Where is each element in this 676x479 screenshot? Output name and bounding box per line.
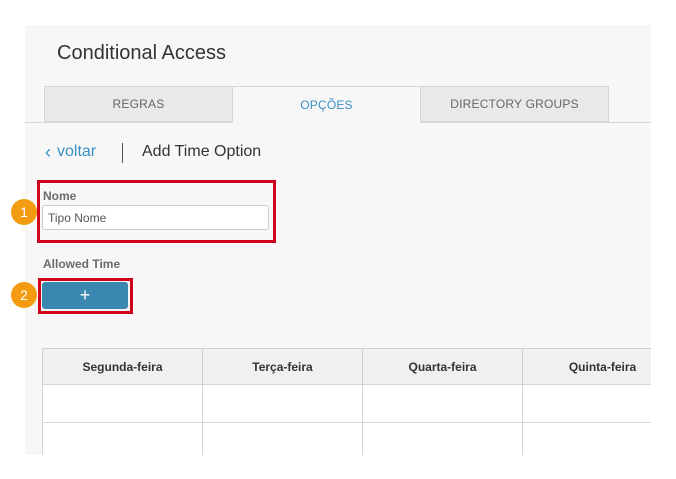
table-cell[interactable] — [362, 422, 523, 455]
header-separator — [122, 143, 123, 163]
table-cell[interactable] — [522, 422, 651, 455]
highlight-add-button — [38, 278, 133, 314]
callout-badge-1: 1 — [11, 199, 37, 225]
tab-regras[interactable]: REGRAS — [44, 86, 233, 122]
tab-directory-groups[interactable]: DIRECTORY GROUPS — [420, 86, 609, 122]
page-title: Add Time Option — [142, 143, 262, 160]
table-header-quinta: Quinta-feira — [522, 348, 651, 385]
schedule-table: Segunda-feira Terça-feira Quarta-feira Q… — [42, 348, 651, 455]
app-title: Conditional Access — [57, 42, 226, 64]
tab-bar: REGRAS OPÇÕES DIRECTORY GROUPS — [25, 86, 651, 123]
allowed-time-label: Allowed Time — [43, 257, 121, 271]
table-cell[interactable] — [202, 422, 363, 455]
table-header-terca: Terça-feira — [202, 348, 363, 385]
table-header-segunda: Segunda-feira — [42, 348, 203, 385]
table-cell[interactable] — [522, 384, 651, 423]
table-cell[interactable] — [362, 384, 523, 423]
table-header-quarta: Quarta-feira — [362, 348, 523, 385]
highlight-name-field — [37, 180, 276, 243]
back-link[interactable]: ‹ voltar — [45, 143, 96, 161]
tab-opcoes[interactable]: OPÇÕES — [232, 86, 421, 123]
table-cell[interactable] — [202, 384, 363, 423]
callout-badge-2: 2 — [11, 282, 37, 308]
chevron-left-icon: ‹ — [45, 142, 51, 162]
table-cell[interactable] — [42, 384, 203, 423]
back-link-label: voltar — [57, 143, 97, 160]
table-cell[interactable] — [42, 422, 203, 455]
